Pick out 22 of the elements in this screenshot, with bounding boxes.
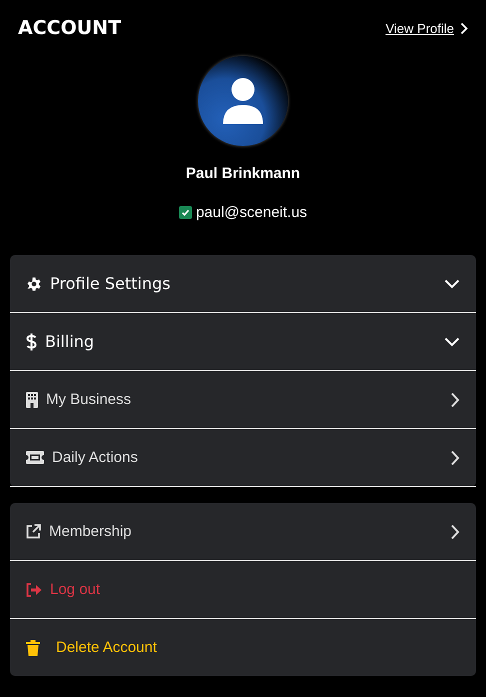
building-icon bbox=[26, 392, 38, 408]
menu-item[interactable]: My Business bbox=[10, 371, 476, 429]
view-profile-link[interactable]: View Profile bbox=[386, 20, 454, 36]
settings-icon bbox=[26, 276, 42, 292]
menu-item[interactable]: Membership bbox=[10, 503, 476, 561]
accordion-header[interactable]: Profile Settings bbox=[10, 255, 476, 313]
user-name: Paul Brinkmann bbox=[184, 165, 302, 182]
page-title: ACCOUNT bbox=[18, 17, 122, 39]
chevron-right-icon bbox=[450, 392, 460, 408]
chevron-right-icon bbox=[450, 524, 460, 540]
menu-item[interactable]: Delete Account bbox=[10, 619, 476, 676]
accordion-header[interactable]: Billing bbox=[10, 313, 476, 371]
person-icon bbox=[223, 78, 263, 124]
trash-icon bbox=[26, 640, 40, 656]
chevron-right-icon bbox=[460, 22, 468, 34]
ticket-icon bbox=[26, 451, 44, 464]
dollar-icon bbox=[26, 332, 37, 350]
external-link-icon bbox=[26, 524, 41, 539]
chevron-right-icon bbox=[450, 450, 460, 466]
menu-item[interactable]: Daily Actions bbox=[10, 429, 476, 487]
logout-icon bbox=[26, 582, 42, 596]
user-email: paul@sceneit.us bbox=[196, 204, 308, 221]
